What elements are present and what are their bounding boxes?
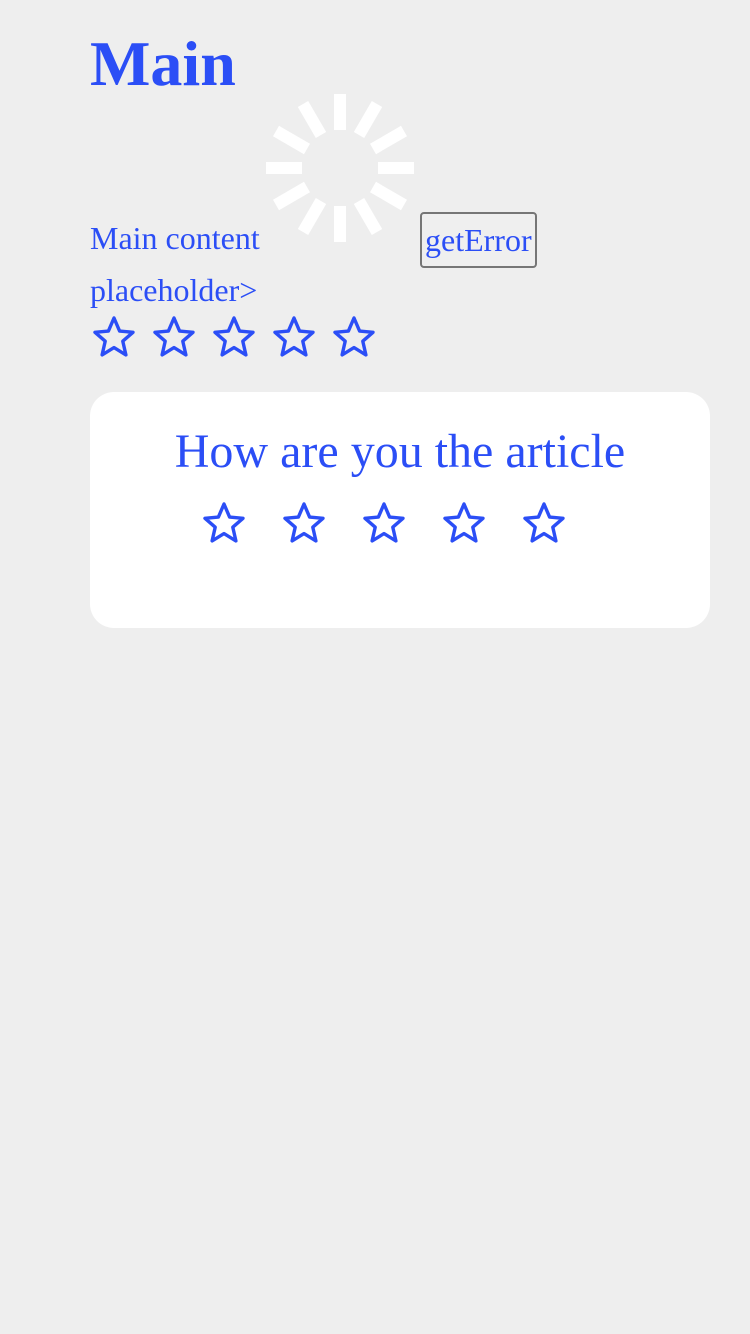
feedback-star-2-icon[interactable] — [280, 500, 328, 548]
feedback-star-3-icon[interactable] — [360, 500, 408, 548]
star-5-icon[interactable] — [330, 314, 378, 362]
get-error-button[interactable]: getError — [420, 212, 537, 268]
star-rating — [90, 314, 390, 362]
star-1-icon[interactable] — [90, 314, 138, 362]
feedback-card: How are you the article — [90, 392, 710, 628]
feedback-star-5-icon[interactable] — [520, 500, 568, 548]
star-3-icon[interactable] — [210, 314, 258, 362]
main-content-placeholder: Main content placeholder> — [90, 220, 260, 308]
feedback-star-4-icon[interactable] — [440, 500, 488, 548]
feedback-star-rating — [200, 500, 600, 548]
star-4-icon[interactable] — [270, 314, 318, 362]
feedback-card-title: How are you the article — [174, 425, 626, 478]
star-2-icon[interactable] — [150, 314, 198, 362]
feedback-star-1-icon[interactable] — [200, 500, 248, 548]
page-title: Main — [90, 28, 236, 99]
